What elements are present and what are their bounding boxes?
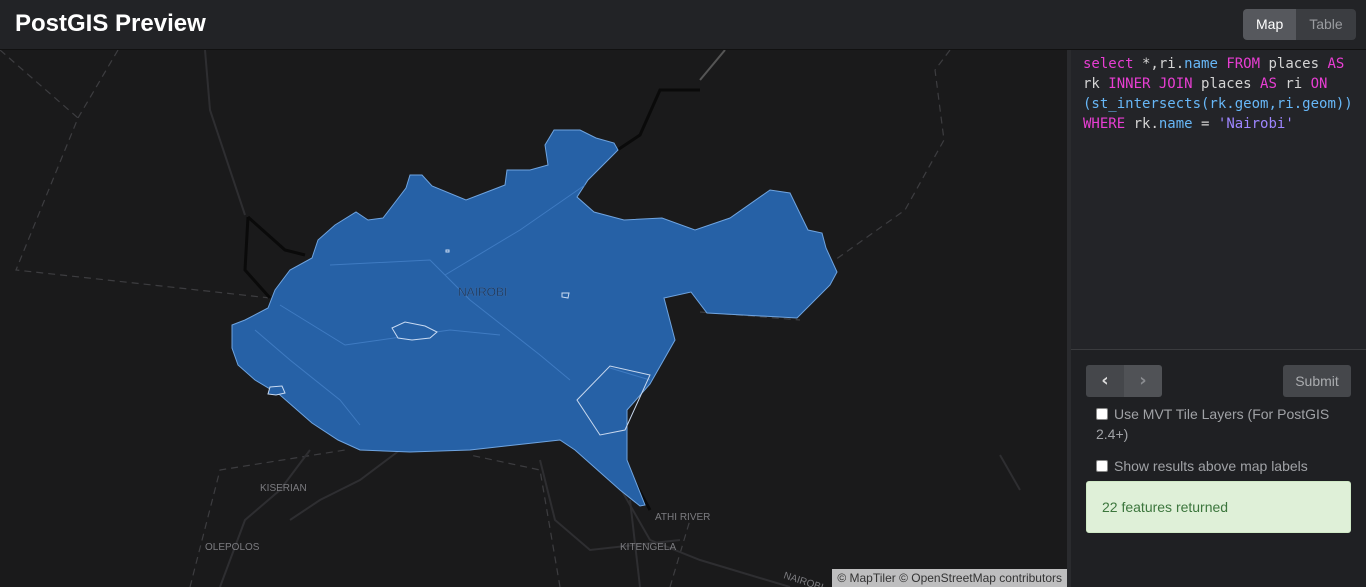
query-line: rk INNER JOIN places AS ri ON xyxy=(1083,74,1354,94)
label-kiserian: KISERIAN xyxy=(260,483,307,494)
query-token: rk xyxy=(1083,76,1109,92)
table-view-button[interactable]: Table xyxy=(1296,9,1356,40)
labels-above-checkbox[interactable] xyxy=(1096,460,1108,472)
query-token: places xyxy=(1260,56,1328,72)
highway-ne xyxy=(699,50,726,81)
query-token: rk. xyxy=(1125,116,1159,132)
nairobi-feature[interactable] xyxy=(231,129,838,507)
submit-button[interactable]: Submit xyxy=(1283,365,1351,397)
query-line: select *,ri.name FROM places AS xyxy=(1083,54,1354,74)
map-canvas[interactable]: NAIROBI KISERIAN OLEPOLOS ATHI RIVER KIT… xyxy=(0,50,1067,587)
query-token: geom xyxy=(1302,96,1336,112)
chevron-right-icon: › xyxy=(1139,370,1147,391)
query-token: (st_intersects(rk. xyxy=(1083,96,1235,112)
query-token: 'Nairobi' xyxy=(1217,116,1294,132)
query-token: FROM xyxy=(1226,56,1261,72)
sql-editor[interactable]: select *,ri.name FROM places AS rk INNER … xyxy=(1071,50,1366,349)
divider xyxy=(1071,349,1366,350)
navbar: PostGIS Preview Map Table xyxy=(0,0,1366,50)
label-nairobi: NAIROBI xyxy=(458,285,507,299)
mvt-label: Use MVT Tile Layers (For PostGIS 2.4+) xyxy=(1096,406,1330,442)
query-token: = xyxy=(1192,116,1218,132)
query-token: ,ri. xyxy=(1268,96,1303,112)
chevron-left-icon: ‹ xyxy=(1101,370,1109,391)
map-layer: NAIROBI KISERIAN OLEPOLOS ATHI RIVER KIT… xyxy=(0,50,1021,587)
mvt-checkbox[interactable] xyxy=(1096,408,1108,420)
query-token: ON xyxy=(1310,76,1328,92)
query-token: name xyxy=(1158,116,1193,132)
query-token: places xyxy=(1192,76,1261,92)
query-line: WHERE rk.name = 'Nairobi' xyxy=(1083,114,1354,134)
sidebar: select *,ri.name FROM places AS rk INNER … xyxy=(1067,50,1366,587)
view-toggle: Map Table xyxy=(1243,9,1356,40)
map-view-button[interactable]: Map xyxy=(1243,9,1297,40)
map-attribution[interactable]: © MapTiler © OpenStreetMap contributors xyxy=(832,569,1067,587)
query-token: AS xyxy=(1260,76,1277,92)
query-token: *,ri. xyxy=(1133,56,1185,72)
labels-above-label: Show results above map labels xyxy=(1114,458,1308,474)
history-forward-button[interactable]: › xyxy=(1124,365,1162,397)
query-token: geom xyxy=(1234,96,1269,112)
query-token: name xyxy=(1184,56,1218,72)
query-token: select xyxy=(1083,56,1134,72)
query-token: AS xyxy=(1327,56,1345,72)
status-alert: 22 features returned xyxy=(1086,481,1351,533)
labels-above-option: Show results above map labels xyxy=(1096,456,1346,476)
query-line: (st_intersects(rk.geom,ri.geom)) xyxy=(1083,94,1354,114)
history-back-button[interactable]: ‹ xyxy=(1086,365,1124,397)
label-olepolos: OLEPOLOS xyxy=(205,542,260,553)
mvt-option: Use MVT Tile Layers (For PostGIS 2.4+) xyxy=(1096,404,1346,444)
query-token: WHERE xyxy=(1083,116,1126,132)
app-title: PostGIS Preview xyxy=(15,10,206,37)
query-token: INNER JOIN xyxy=(1108,76,1193,92)
label-nairobi-road: NAIROBI xyxy=(782,570,825,587)
label-kitengela: KITENGELA xyxy=(620,542,676,553)
query-token: ri xyxy=(1276,76,1311,92)
label-athi-river: ATHI RIVER xyxy=(655,512,710,523)
query-token: )) xyxy=(1335,96,1353,112)
